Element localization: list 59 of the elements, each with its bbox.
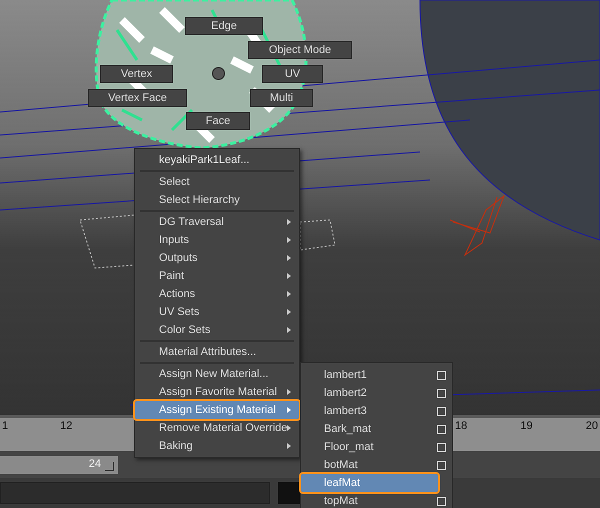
submenu-arrow-icon — [287, 273, 291, 279]
marking-menu-item[interactable]: Edge — [185, 17, 263, 35]
option-box-icon[interactable] — [437, 496, 446, 506]
menu-item[interactable]: lambert2 — [301, 384, 452, 402]
menu-item[interactable]: Baking — [135, 437, 299, 455]
option-box-icon[interactable] — [437, 388, 446, 398]
menu-item[interactable]: lambert1 — [301, 366, 452, 384]
menu-item[interactable]: botMat — [301, 456, 452, 474]
submenu-arrow-icon — [287, 425, 292, 431]
submenu-arrow-icon — [287, 219, 291, 225]
submenu-arrow-icon — [287, 291, 291, 297]
submenu-arrow-icon — [287, 407, 291, 413]
frame-number: 12 — [60, 419, 72, 434]
submenu-arrow-icon — [287, 443, 291, 449]
menu-item[interactable]: leafMat — [301, 474, 438, 492]
menu-item[interactable]: Assign New Material... — [135, 365, 299, 383]
option-box-icon[interactable] — [437, 424, 446, 434]
frame-number: 1 — [2, 419, 8, 434]
menu-item[interactable]: Outputs — [135, 249, 299, 267]
marking-menu-item[interactable]: Object Mode — [248, 41, 352, 59]
frame-number: 20 — [586, 419, 598, 434]
menu-title: keyakiPark1Leaf... — [158, 152, 250, 168]
menu-item[interactable]: topMat — [301, 492, 452, 508]
submenu-arrow-icon — [287, 389, 291, 395]
option-box-icon[interactable] — [437, 406, 446, 416]
command-field[interactable] — [0, 482, 270, 504]
menu-item[interactable]: Floor_mat — [301, 438, 452, 456]
marking-menu-item[interactable]: UV — [262, 65, 323, 83]
menu-item[interactable]: Assign Favorite Material — [135, 383, 299, 401]
submenu-arrow-icon — [287, 327, 291, 333]
menu-item[interactable]: Color Sets — [135, 321, 299, 339]
submenu-arrow-icon — [287, 237, 291, 243]
option-box-icon[interactable] — [437, 370, 446, 380]
frame-number: 19 — [520, 419, 533, 434]
menu-item[interactable]: Select — [135, 173, 299, 191]
range-handle-icon — [105, 462, 114, 471]
grid-mesh-drawing — [300, 219, 336, 251]
submenu-arrow-icon — [287, 255, 291, 261]
option-box-icon[interactable] — [437, 460, 446, 470]
frame-number: 18 — [455, 419, 468, 434]
menu-item[interactable]: DG Traversal — [135, 213, 299, 231]
range-end-value: 24 — [88, 457, 101, 472]
menu-item[interactable]: Paint — [135, 267, 299, 285]
menu-item[interactable]: Actions — [135, 285, 299, 303]
menu-item[interactable]: lambert3 — [301, 402, 452, 420]
marking-menu-item[interactable]: Vertex Face — [88, 89, 187, 107]
menu-item[interactable]: Inputs — [135, 231, 299, 249]
menu-item[interactable]: Remove Material Override — [135, 419, 299, 437]
submenu-arrow-icon — [287, 309, 291, 315]
menu-item[interactable]: Assign Existing Material — [135, 401, 299, 419]
marking-menu-item[interactable]: Multi — [250, 89, 313, 107]
option-box-icon[interactable] — [437, 442, 446, 452]
menu-item[interactable]: Material Attributes... — [135, 343, 299, 361]
camera-wireframe-drawing — [450, 194, 506, 256]
menu-item[interactable]: Select Hierarchy — [135, 191, 299, 209]
menu-item[interactable]: Bark_mat — [301, 420, 452, 438]
marking-menu-item[interactable]: Face — [186, 112, 250, 130]
menu-item[interactable]: UV Sets — [135, 303, 299, 321]
marking-menu-item[interactable]: Vertex — [100, 65, 173, 83]
